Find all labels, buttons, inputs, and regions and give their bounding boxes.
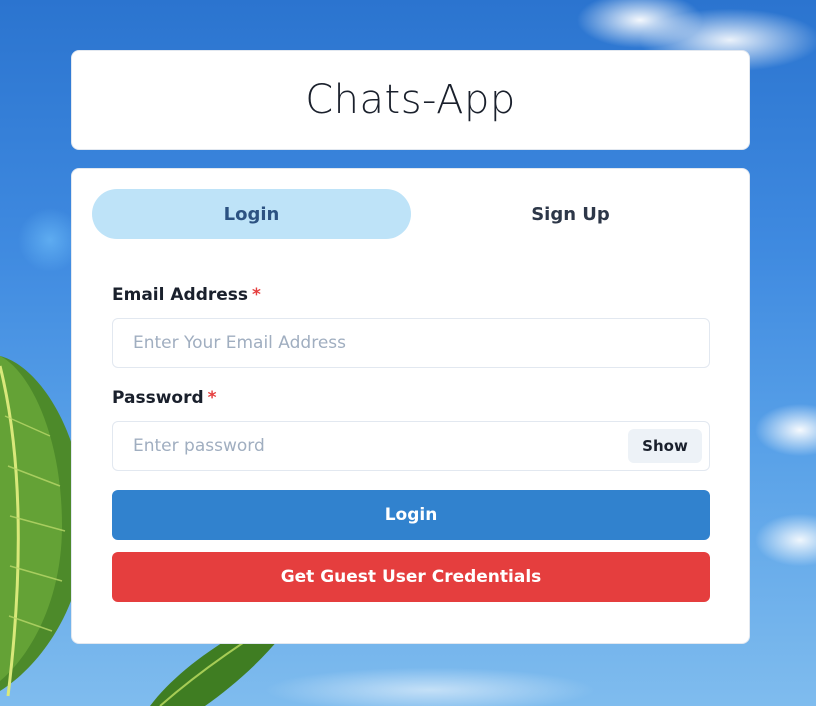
- tab-login[interactable]: Login: [92, 189, 411, 239]
- show-password-button[interactable]: Show: [628, 429, 702, 463]
- login-form: Email Address* Password* Show Login Get …: [112, 284, 710, 602]
- password-field[interactable]: [113, 422, 709, 470]
- app-title: Chats-App: [305, 77, 516, 123]
- email-field-wrapper: [112, 318, 710, 368]
- required-marker: *: [207, 388, 217, 408]
- app-header-card: Chats-App: [71, 50, 750, 150]
- email-label-text: Email Address: [112, 285, 249, 305]
- password-field-wrapper: Show: [112, 421, 710, 471]
- auth-tabs: Login Sign Up: [92, 189, 730, 239]
- required-marker: *: [252, 285, 261, 305]
- guest-credentials-button[interactable]: Get Guest User Credentials: [112, 552, 710, 602]
- email-label: Email Address *: [112, 284, 710, 306]
- password-label: Password *: [112, 387, 710, 409]
- login-button[interactable]: Login: [112, 490, 710, 540]
- auth-card: Login Sign Up Email Address* Password* S…: [71, 168, 750, 644]
- tab-sign-up[interactable]: Sign Up: [411, 189, 730, 239]
- password-label-text: Password: [112, 388, 204, 408]
- email-field[interactable]: [113, 319, 709, 367]
